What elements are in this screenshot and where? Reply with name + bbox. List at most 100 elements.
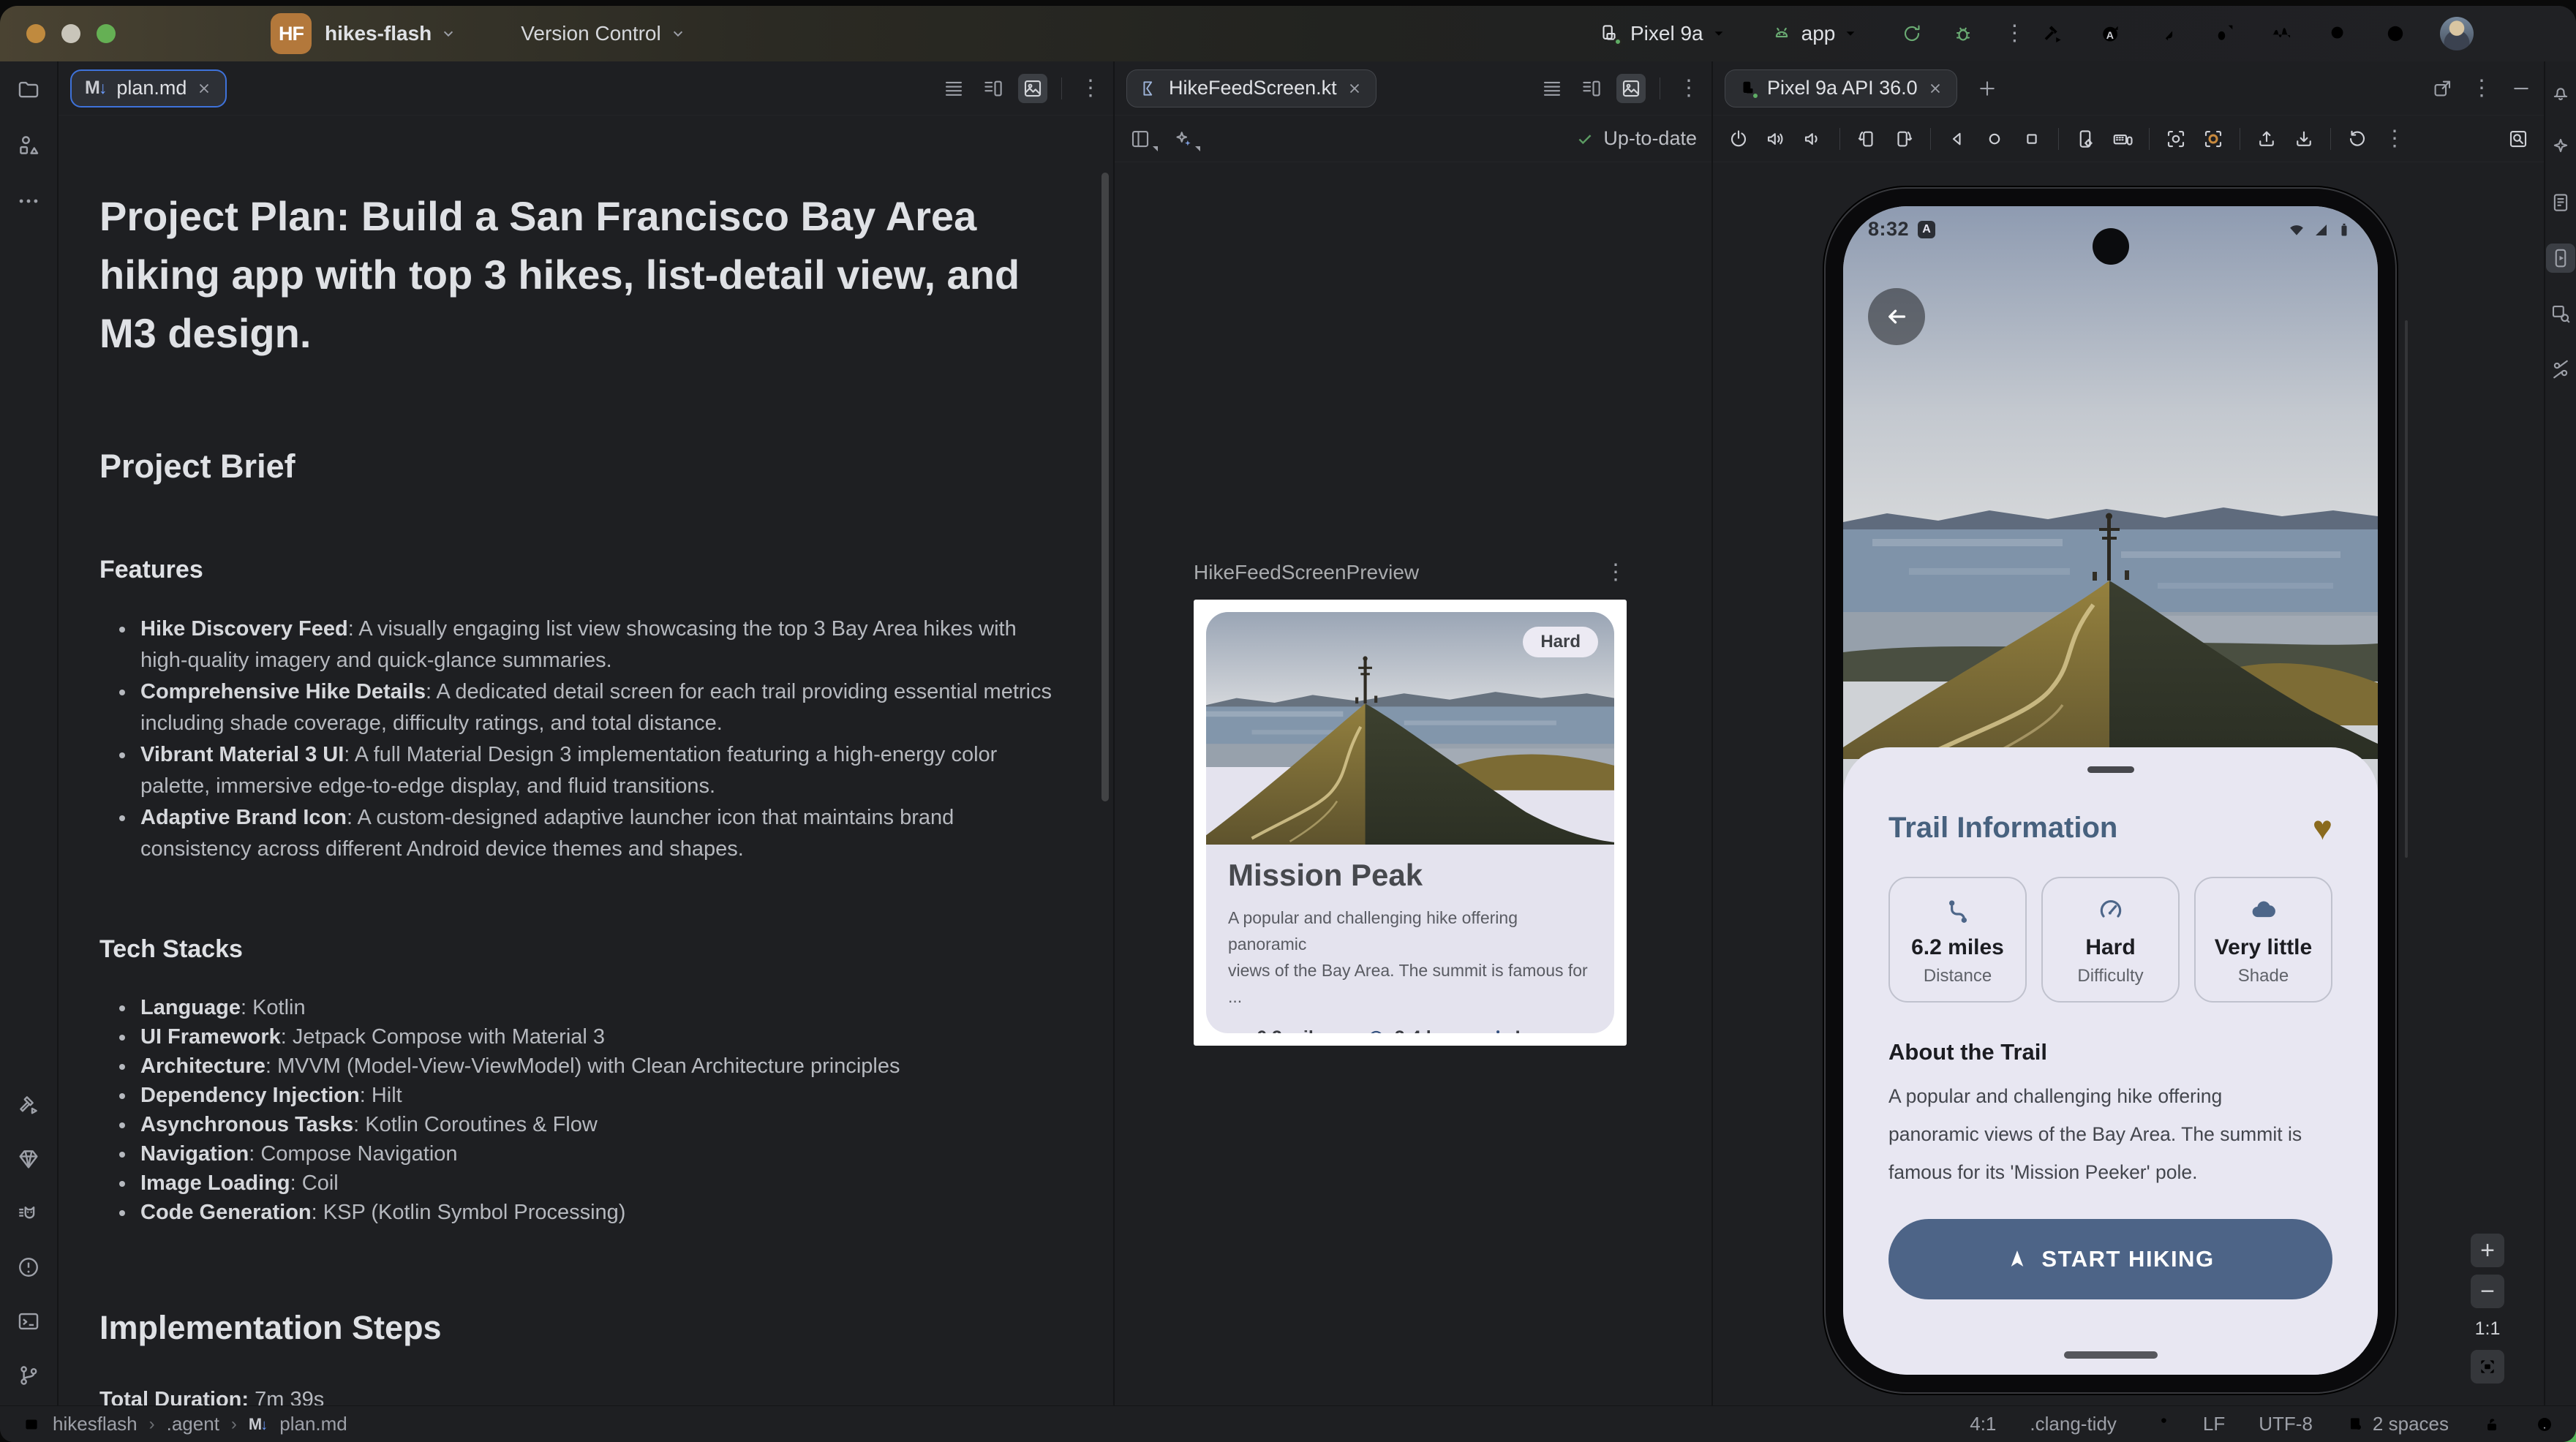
preview-only-view-icon[interactable] — [1018, 74, 1047, 103]
start-hiking-button[interactable]: START HIKING — [1888, 1219, 2332, 1299]
device-manager-icon[interactable] — [2550, 192, 2572, 214]
preview-more-options-icon[interactable]: ⋮ — [1605, 562, 1627, 584]
fit-screen-button[interactable] — [2471, 1350, 2504, 1384]
zoom-tool-icon[interactable] — [2507, 128, 2529, 150]
chevron-down-icon[interactable] — [1841, 24, 1860, 43]
power-icon[interactable] — [1728, 128, 1750, 150]
editor-more-options-icon[interactable]: ⋮ — [1678, 78, 1700, 99]
search-everywhere-icon[interactable] — [2326, 21, 2351, 46]
settings-gear-icon[interactable] — [2383, 21, 2408, 46]
device-icon — [1739, 79, 1758, 98]
terminal-tool-icon[interactable] — [16, 1309, 41, 1334]
split-view-icon[interactable] — [982, 78, 1004, 99]
tab-plan-md[interactable]: M↓ plan.md — [70, 69, 227, 107]
favorite-heart-icon[interactable]: ♥ — [2313, 811, 2332, 845]
volume-down-icon[interactable] — [1802, 128, 1824, 150]
running-devices-icon[interactable] — [2546, 244, 2575, 273]
layout-inspector-icon[interactable] — [2550, 303, 2572, 325]
close-window-button[interactable] — [26, 24, 45, 43]
fit-screen-icon — [2478, 1357, 2497, 1376]
git-branch-icon[interactable] — [16, 1363, 41, 1388]
close-tab-icon[interactable] — [1927, 80, 1943, 97]
app-insights-gem-icon[interactable] — [16, 1147, 41, 1171]
tech-list: Language: Kotlin UI Framework: Jetpack C… — [99, 993, 1069, 1227]
hardware-input-icon[interactable] — [2112, 128, 2134, 150]
close-tab-icon[interactable] — [196, 80, 212, 97]
build-tool-icon[interactable] — [16, 1092, 41, 1117]
preview-only-view-icon[interactable] — [1616, 74, 1646, 103]
formatter-icon[interactable] — [2150, 1415, 2169, 1434]
preview-ai-sparkle-icon[interactable] — [1172, 128, 1194, 150]
zoom-in-button[interactable]: + — [2471, 1234, 2504, 1267]
android-home-icon[interactable] — [1984, 128, 2006, 150]
assistant-tool-icon[interactable] — [2550, 358, 2572, 380]
zoom-out-button[interactable]: − — [2471, 1275, 2504, 1308]
attach-debugger-icon[interactable] — [2212, 21, 2237, 46]
line-ending-widget[interactable]: LF — [2203, 1413, 2225, 1435]
editor-more-options-icon[interactable]: ⋮ — [1080, 78, 1101, 99]
project-tool-icon[interactable] — [16, 78, 41, 102]
encoding-widget[interactable]: UTF-8 — [2259, 1413, 2313, 1435]
upload-icon[interactable] — [2256, 128, 2278, 150]
sheet-drag-handle[interactable] — [2087, 766, 2134, 773]
device-selector[interactable]: Pixel 9a — [1630, 22, 1703, 45]
fullscreen-window-button[interactable] — [97, 24, 116, 43]
build-icon[interactable] — [2041, 21, 2065, 46]
tab-hikefeedscreen-kt[interactable]: HikeFeedScreen.kt — [1126, 69, 1376, 107]
split-view-icon[interactable] — [1581, 78, 1603, 99]
editor-only-view-icon[interactable] — [1541, 78, 1563, 99]
android-back-icon[interactable] — [1946, 128, 1968, 150]
scrollbar-thumb[interactable] — [2405, 320, 2408, 858]
close-tab-icon[interactable] — [1347, 80, 1363, 97]
scrollbar-thumb[interactable] — [1101, 173, 1109, 801]
breadcrumb[interactable]: hikesflash› .agent› M↓ plan.md — [22, 1413, 347, 1435]
hike-card[interactable]: Hard Mission Peak A popular and challeng… — [1206, 612, 1614, 1033]
run-more-options-icon[interactable]: ⋮ — [2003, 23, 2025, 45]
editor-only-view-icon[interactable] — [943, 78, 965, 99]
open-in-window-icon[interactable] — [2431, 78, 2453, 99]
logcat-cat-icon[interactable] — [16, 1201, 41, 1226]
emulator-more-options-icon[interactable]: ⋮ — [2384, 128, 2406, 150]
lock-icon[interactable] — [2482, 1415, 2501, 1434]
android-overview-icon[interactable] — [2021, 128, 2043, 150]
project-selector[interactable]: hikes-flash — [325, 22, 458, 45]
device-settings-icon[interactable] — [2074, 128, 2096, 150]
gemini-sparkle-icon[interactable] — [2550, 136, 2572, 158]
run-config-selector[interactable]: app — [1801, 22, 1836, 45]
volume-up-icon[interactable] — [1765, 128, 1787, 150]
debug-icon[interactable] — [1952, 23, 1974, 45]
gesture-nav-handle[interactable] — [2064, 1351, 2158, 1359]
profiler-icon[interactable] — [2269, 21, 2294, 46]
restart-icon[interactable] — [2346, 128, 2368, 150]
download-icon[interactable] — [2293, 128, 2315, 150]
rotate-left-icon[interactable] — [1856, 128, 1878, 150]
tab-pixel-9a[interactable]: Pixel 9a API 36.0 — [1725, 69, 1957, 107]
screen-record-icon[interactable] — [2202, 128, 2224, 150]
hide-panel-icon[interactable] — [2510, 78, 2532, 99]
screenshot-icon[interactable] — [2165, 128, 2187, 150]
add-device-tab-icon[interactable] — [1976, 78, 1998, 99]
vcs-menu[interactable]: Version Control — [521, 22, 687, 45]
analyzer-widget[interactable]: .clang-tidy — [2030, 1413, 2117, 1435]
sync-project-icon[interactable]: A — [2098, 21, 2123, 46]
resource-manager-icon[interactable] — [16, 133, 41, 158]
preview-frame[interactable]: Hard Mission Peak A popular and challeng… — [1194, 600, 1627, 1046]
rerun-icon[interactable] — [1901, 23, 1923, 45]
list-item: Adaptive Brand Icon: A custom-designed a… — [136, 802, 1069, 865]
phone-screen[interactable]: 8:32 A — [1843, 206, 2378, 1375]
indent-widget[interactable]: 2 spaces — [2346, 1413, 2449, 1435]
more-tool-windows-icon[interactable] — [16, 189, 41, 214]
notifications-bell-icon[interactable] — [2550, 80, 2572, 102]
user-avatar[interactable] — [2440, 17, 2474, 50]
back-button[interactable] — [1868, 288, 1925, 345]
preview-layout-icon[interactable] — [1129, 128, 1151, 150]
minimize-window-button[interactable] — [61, 24, 80, 43]
chevron-down-icon[interactable] — [1709, 24, 1728, 43]
caret-position[interactable]: 4:1 — [1970, 1413, 1996, 1435]
problems-tool-icon[interactable] — [16, 1255, 41, 1280]
error-indicator-icon[interactable] — [2535, 1415, 2554, 1434]
rotate-right-icon[interactable] — [1893, 128, 1915, 150]
trail-info-sheet[interactable]: Trail Information ♥ 6.2 miles Distance — [1843, 747, 2378, 1375]
build-variants-icon[interactable] — [2155, 21, 2180, 46]
panel-more-options-icon[interactable]: ⋮ — [2471, 78, 2493, 99]
